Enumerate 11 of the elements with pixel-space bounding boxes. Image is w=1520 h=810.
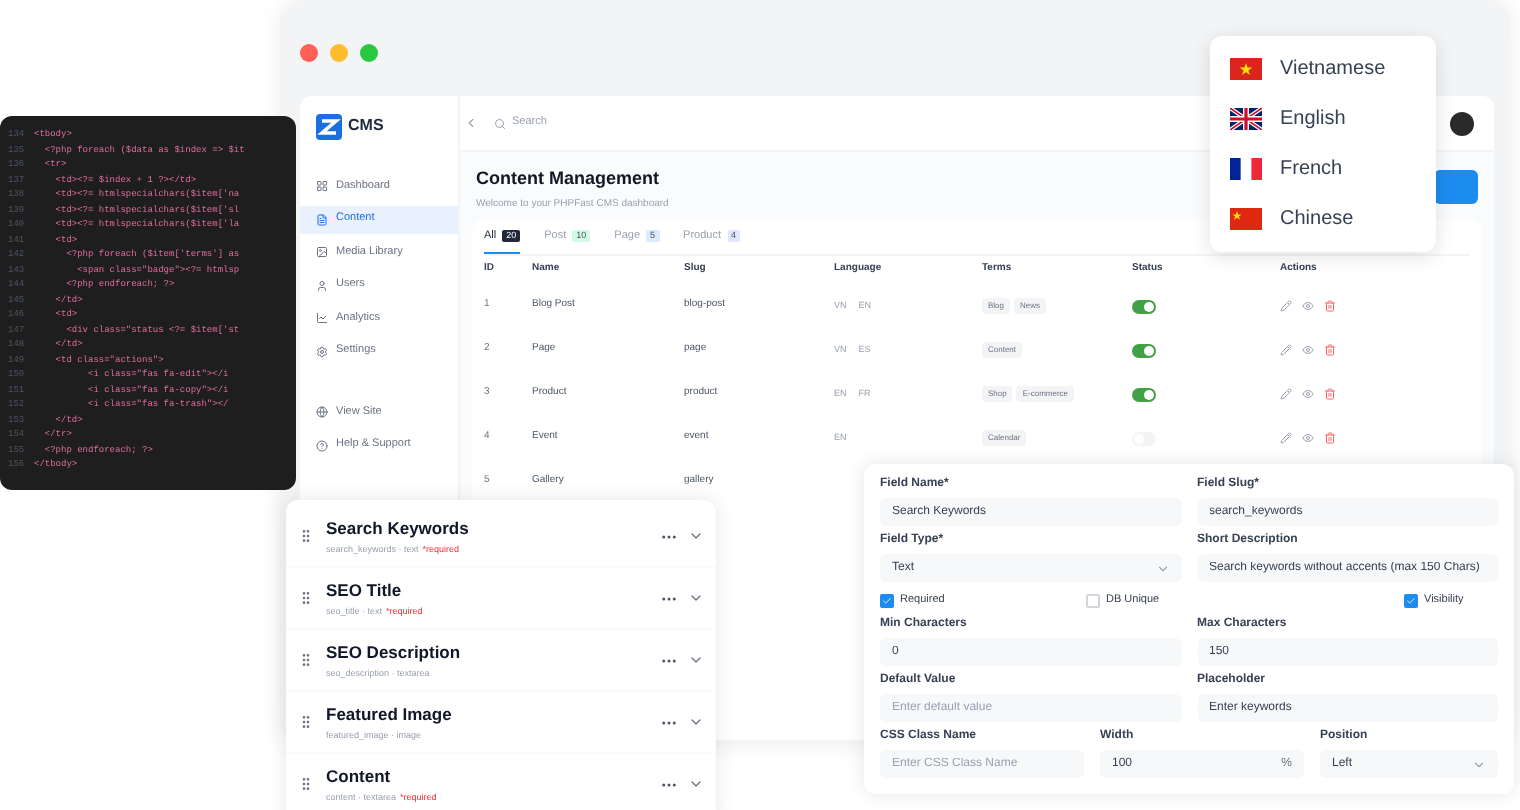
field-title: Featured Image: [326, 701, 454, 727]
page-title: Content Management: [476, 166, 662, 192]
language-option[interactable]: Vietnamese: [1210, 44, 1436, 94]
language-option[interactable]: English: [1210, 94, 1436, 144]
language-option[interactable]: French: [1210, 144, 1436, 194]
field-title: SEO Title: [326, 577, 404, 603]
field-title: SEO Description: [326, 639, 463, 665]
field-title: Content: [326, 763, 393, 789]
language-option[interactable]: Chinese: [1210, 194, 1436, 244]
logo-text: CMS: [348, 114, 384, 138]
field-title: Search Keywords: [326, 515, 471, 541]
